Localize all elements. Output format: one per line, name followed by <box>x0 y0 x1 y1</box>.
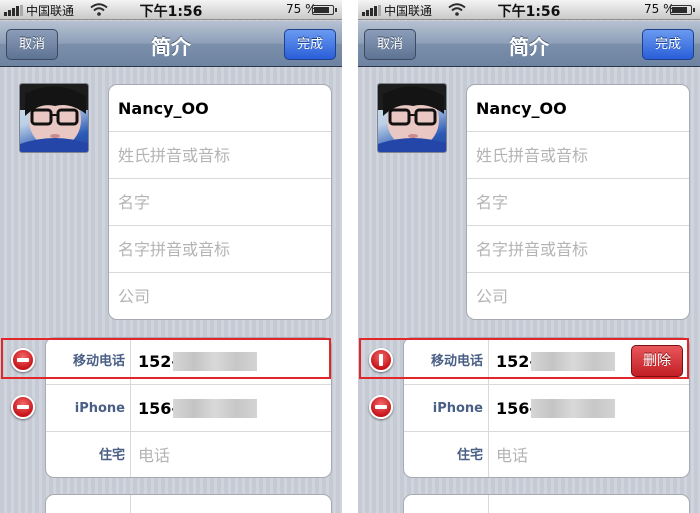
delete-iphone-icon[interactable] <box>369 395 393 419</box>
avatar[interactable] <box>377 83 447 153</box>
phone-placeholder-home[interactable]: 电话 <box>496 432 528 477</box>
phone-row-mobile[interactable]: 移动电话 152- 删除 <box>404 338 689 385</box>
phone-label-iphone[interactable]: iPhone <box>46 385 125 432</box>
phone-row-home[interactable]: 住宅 电话 <box>404 432 689 477</box>
next-fields-group[interactable] <box>403 494 690 513</box>
first-name-phonetic-field[interactable]: 名字拼音或音标 <box>467 226 689 273</box>
name-field[interactable]: Nancy_OO <box>109 85 331 132</box>
phone-row-iphone[interactable]: iPhone 156- <box>404 385 689 432</box>
phone-fields-group: 移动电话 152- 删除 iPhone 156- 住宅 电话 <box>403 337 690 478</box>
delete-button[interactable]: 删除 <box>631 345 683 377</box>
status-bar: 中国联通 下午1:56 75 % <box>0 0 342 20</box>
company-field[interactable]: 公司 <box>109 273 331 319</box>
surname-phonetic-field[interactable]: 姓氏拼音或音标 <box>467 132 689 179</box>
battery-icon <box>670 5 695 15</box>
avatar-photo <box>378 84 446 152</box>
name-fields-group: Nancy_OO 姓氏拼音或音标 名字 名字拼音或音标 公司 <box>466 84 690 320</box>
phone-placeholder-home[interactable]: 电话 <box>138 432 170 477</box>
name-fields-group: Nancy_OO 姓氏拼音或音标 名字 名字拼音或音标 公司 <box>108 84 332 320</box>
done-button[interactable]: 完成 <box>642 29 694 60</box>
delete-iphone-icon[interactable] <box>11 395 35 419</box>
surname-phonetic-field[interactable]: 姓氏拼音或音标 <box>109 132 331 179</box>
nav-bar: 取消 简介 完成 <box>0 21 342 67</box>
first-name-field[interactable]: 名字 <box>109 179 331 226</box>
screen-edit-mode: 中国联通 下午1:56 75 % 取消 简介 完成 Nancy_OO 姓氏拼音或… <box>0 0 342 513</box>
delete-mobile-rotated-icon[interactable] <box>369 348 393 372</box>
screen-delete-confirm: 中国联通 下午1:56 75 % 取消 简介 完成 Nancy_OO 姓氏拼音或… <box>358 0 700 513</box>
redacted-number <box>173 352 257 371</box>
phone-label-home[interactable]: 住宅 <box>46 432 125 477</box>
avatar-photo <box>20 84 88 152</box>
phone-label-iphone[interactable]: iPhone <box>404 385 483 432</box>
phone-label-mobile[interactable]: 移动电话 <box>46 338 125 385</box>
battery-icon <box>312 5 337 15</box>
next-fields-group[interactable] <box>45 494 332 513</box>
phone-row-iphone[interactable]: iPhone 156- <box>46 385 331 432</box>
phone-label-home[interactable]: 住宅 <box>404 432 483 477</box>
delete-mobile-icon[interactable] <box>11 348 35 372</box>
avatar[interactable] <box>19 83 89 153</box>
done-button[interactable]: 完成 <box>284 29 336 60</box>
redacted-number <box>173 399 257 418</box>
phone-fields-group: 移动电话 152- iPhone 156- 住宅 电话 <box>45 337 332 478</box>
status-bar: 中国联通 下午1:56 75 % <box>358 0 700 20</box>
name-field[interactable]: Nancy_OO <box>467 85 689 132</box>
redacted-number <box>531 352 615 371</box>
redacted-number <box>531 399 615 418</box>
phone-label-mobile[interactable]: 移动电话 <box>404 338 483 385</box>
nav-bar: 取消 简介 完成 <box>358 21 700 67</box>
phone-row-home[interactable]: 住宅 电话 <box>46 432 331 477</box>
first-name-phonetic-field[interactable]: 名字拼音或音标 <box>109 226 331 273</box>
phone-row-mobile[interactable]: 移动电话 152- <box>46 338 331 385</box>
company-field[interactable]: 公司 <box>467 273 689 319</box>
first-name-field[interactable]: 名字 <box>467 179 689 226</box>
